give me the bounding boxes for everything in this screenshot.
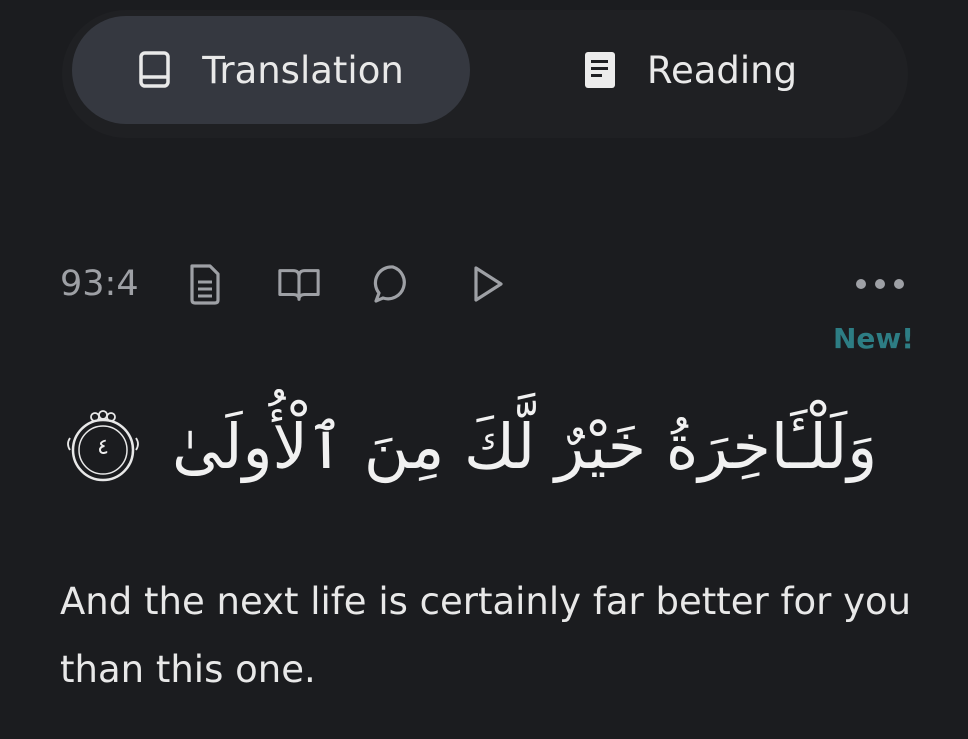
more-horizontal-icon[interactable] xyxy=(850,262,910,306)
tafsir-icon[interactable] xyxy=(183,262,227,306)
arabic-verse-text: وَلَلْـَٔاخِرَةُ خَيْرٌ لَّكَ مِنَ ٱلْأُ… xyxy=(172,410,878,484)
new-badge: New! xyxy=(832,322,914,355)
tab-reading[interactable]: Reading xyxy=(482,16,898,124)
document-icon xyxy=(583,50,617,90)
verse-translation: And the next life is certainly far bette… xyxy=(60,580,912,691)
play-icon[interactable] xyxy=(465,262,509,306)
book-icon xyxy=(138,50,172,90)
verse-toolbar: 93:4 xyxy=(60,256,910,312)
ayah-number-marker: ٤ xyxy=(60,404,146,490)
view-mode-switcher: Translation Reading xyxy=(62,10,908,138)
comment-icon[interactable] xyxy=(371,262,415,306)
verse-key: 93:4 xyxy=(60,264,139,304)
book-open-icon[interactable] xyxy=(277,262,321,306)
arabic-verse: وَلَلْـَٔاخِرَةُ خَيْرٌ لَّكَ مِنَ ٱلْأُ… xyxy=(60,382,918,512)
ayah-number: ٤ xyxy=(97,434,109,460)
tab-reading-label: Reading xyxy=(646,48,798,92)
tab-translation-label: Translation xyxy=(202,48,404,92)
tab-translation[interactable]: Translation xyxy=(72,16,470,124)
